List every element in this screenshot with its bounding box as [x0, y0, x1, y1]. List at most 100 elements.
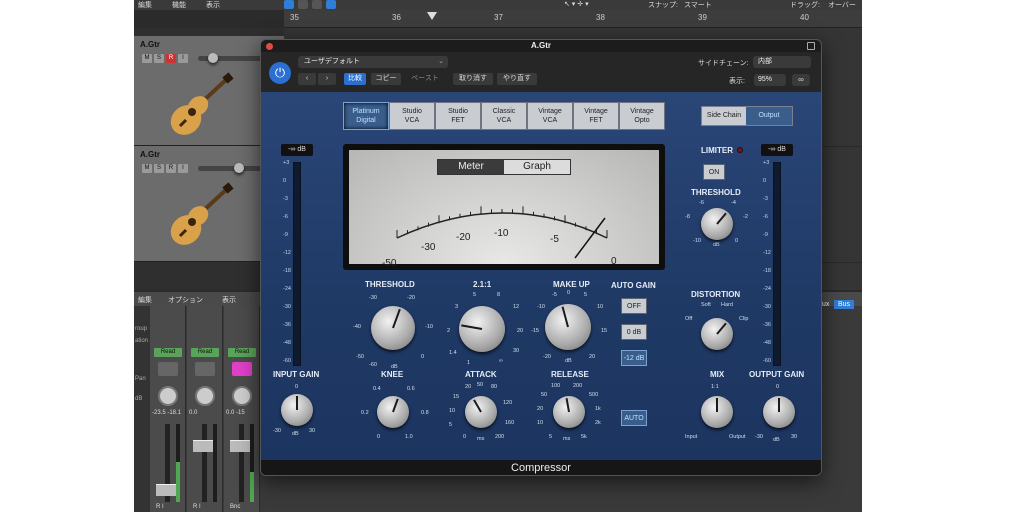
- model-studio-fet-button[interactable]: Studio FET: [435, 102, 481, 130]
- daw-menubar: 編集 機能 表示 ↖ ▾ ✛ ▾ スナップ: スマート ドラッグ: オーバーラ: [134, 0, 862, 19]
- knob-tick: -5: [552, 292, 557, 298]
- preset-select[interactable]: ユーザデフォルト ⌄: [298, 56, 448, 68]
- sidechain-select[interactable]: 内部: [753, 56, 811, 68]
- threshold-knob[interactable]: [371, 306, 415, 350]
- model-vintage-opto-button[interactable]: Vintage Opto: [619, 102, 665, 130]
- model-studio-vca-button[interactable]: Studio VCA: [389, 102, 435, 130]
- daw-edit-menu[interactable]: 編集: [138, 0, 152, 10]
- knob-tick: Input: [685, 434, 698, 440]
- slider-knob[interactable]: [208, 53, 218, 63]
- knob-tick: -20: [407, 295, 415, 301]
- side-chain-button[interactable]: Side Chain: [702, 107, 746, 125]
- mix-knob[interactable]: [701, 396, 733, 428]
- model-vintage-fet-button[interactable]: Vintage FET: [573, 102, 619, 130]
- auto-gain-minus12db-button[interactable]: -12 dB: [621, 350, 647, 366]
- knob-tick: 1:1: [711, 384, 719, 390]
- daw-function-menu[interactable]: 機能: [172, 0, 186, 10]
- timeline-ruler[interactable]: 35 36 37 38 39 40: [284, 10, 862, 28]
- input-level-meter: [293, 162, 301, 366]
- input-monitor-button[interactable]: I: [178, 54, 188, 63]
- attack-knob[interactable]: [465, 396, 497, 428]
- link-icon[interactable]: ∞: [792, 74, 810, 86]
- ruler-bar-38: 38: [596, 13, 605, 22]
- knee-knob[interactable]: [377, 396, 409, 428]
- volume-fader[interactable]: [156, 484, 178, 496]
- model-line2: FET: [589, 117, 603, 124]
- pan-knob[interactable]: [195, 386, 215, 406]
- playhead-icon[interactable]: [427, 12, 437, 20]
- mixer-options-menu[interactable]: オプション: [168, 295, 203, 305]
- auto-release-button[interactable]: AUTO: [621, 410, 647, 426]
- knob-tick: 0: [295, 384, 299, 390]
- bounce-label: Bnc: [230, 504, 241, 510]
- record-button[interactable]: R: [166, 54, 176, 63]
- automation-mode-button[interactable]: Read: [154, 348, 182, 357]
- previous-preset-button[interactable]: ‹: [298, 73, 316, 85]
- paste-button[interactable]: ペースト: [405, 73, 445, 85]
- expand-window-button[interactable]: [807, 42, 815, 50]
- record-button[interactable]: R: [166, 164, 176, 173]
- bus-plugin-icon[interactable]: [232, 362, 252, 376]
- knob-tick: 1: [467, 360, 471, 366]
- pencil-icon[interactable]: [298, 0, 308, 9]
- acoustic-guitar-icon: [170, 72, 234, 135]
- output-button[interactable]: Output: [746, 107, 792, 125]
- undo-button[interactable]: 取り消す: [453, 73, 493, 85]
- meter-scale-label: -6: [283, 214, 288, 220]
- limiter-on-button[interactable]: ON: [703, 164, 725, 180]
- knob-tick: -8: [685, 214, 690, 220]
- guitar-plugin-icon[interactable]: [158, 362, 178, 376]
- knob-tick: 1.4: [449, 350, 457, 356]
- model-platinum-digital-button[interactable]: Platinum Digital: [343, 102, 389, 130]
- solo-button[interactable]: S: [154, 164, 164, 173]
- automation-mode-button[interactable]: Read: [228, 348, 256, 357]
- power-button[interactable]: ⏻: [269, 62, 291, 84]
- output-gain-knob[interactable]: [763, 396, 795, 428]
- knob-indicator: [296, 396, 298, 410]
- vu-meter-scale: [396, 206, 608, 259]
- mute-button[interactable]: M: [142, 54, 152, 63]
- knob-tick: -30: [755, 434, 763, 440]
- solo-button[interactable]: S: [154, 54, 164, 63]
- slider-knob[interactable]: [234, 163, 244, 173]
- mute-button[interactable]: M: [142, 164, 152, 173]
- mixer-row-labels: roup ation Pan dB: [134, 306, 150, 512]
- model-line2: Opto: [634, 117, 650, 124]
- close-window-button[interactable]: [266, 43, 273, 50]
- release-knob[interactable]: [553, 396, 585, 428]
- volume-fader[interactable]: [193, 440, 215, 452]
- copy-button[interactable]: コピー: [371, 73, 401, 85]
- ratio-knob[interactable]: [459, 306, 505, 352]
- scissors-icon[interactable]: [312, 0, 322, 9]
- makeup-knob[interactable]: [545, 304, 591, 350]
- limiter-threshold-knob[interactable]: [701, 208, 733, 240]
- input-gain-knob[interactable]: [281, 394, 313, 426]
- daw-view-menu[interactable]: 表示: [206, 0, 220, 10]
- next-preset-button[interactable]: ›: [318, 73, 336, 85]
- automation-mode-button[interactable]: Read: [191, 348, 219, 357]
- snap-select[interactable]: スマート: [684, 0, 712, 10]
- distortion-knob[interactable]: [701, 318, 733, 350]
- mixer-edit-menu[interactable]: 編集: [138, 295, 152, 305]
- model-classic-vca-button[interactable]: Classic VCA: [481, 102, 527, 130]
- zoom-select[interactable]: 95%: [754, 74, 786, 86]
- compare-button[interactable]: 比較: [344, 73, 366, 85]
- input-monitor-button[interactable]: I: [178, 164, 188, 173]
- volume-readout: -23.5 -18.1: [152, 410, 182, 416]
- guitar-plugin-icon[interactable]: [195, 362, 215, 376]
- knob-tick: 0: [421, 354, 425, 360]
- meter-scale-label: -60: [283, 358, 291, 364]
- volume-fader[interactable]: [230, 440, 252, 452]
- auto-gain-off-button[interactable]: OFF: [621, 298, 647, 314]
- pan-knob[interactable]: [232, 386, 252, 406]
- pointer-tool-icon[interactable]: ↖ ▾ ✛ ▾: [564, 0, 589, 8]
- pointer-icon[interactable]: [326, 0, 336, 9]
- grid-icon[interactable]: [284, 0, 294, 9]
- bus-tab[interactable]: Bus: [834, 300, 855, 309]
- model-vintage-vca-button[interactable]: Vintage VCA: [527, 102, 573, 130]
- pan-knob[interactable]: [158, 386, 178, 406]
- redo-button[interactable]: やり直す: [497, 73, 537, 85]
- meter-scale-label: -3: [763, 196, 768, 202]
- auto-gain-0db-button[interactable]: 0 dB: [621, 324, 647, 340]
- mixer-view-menu[interactable]: 表示: [222, 295, 236, 305]
